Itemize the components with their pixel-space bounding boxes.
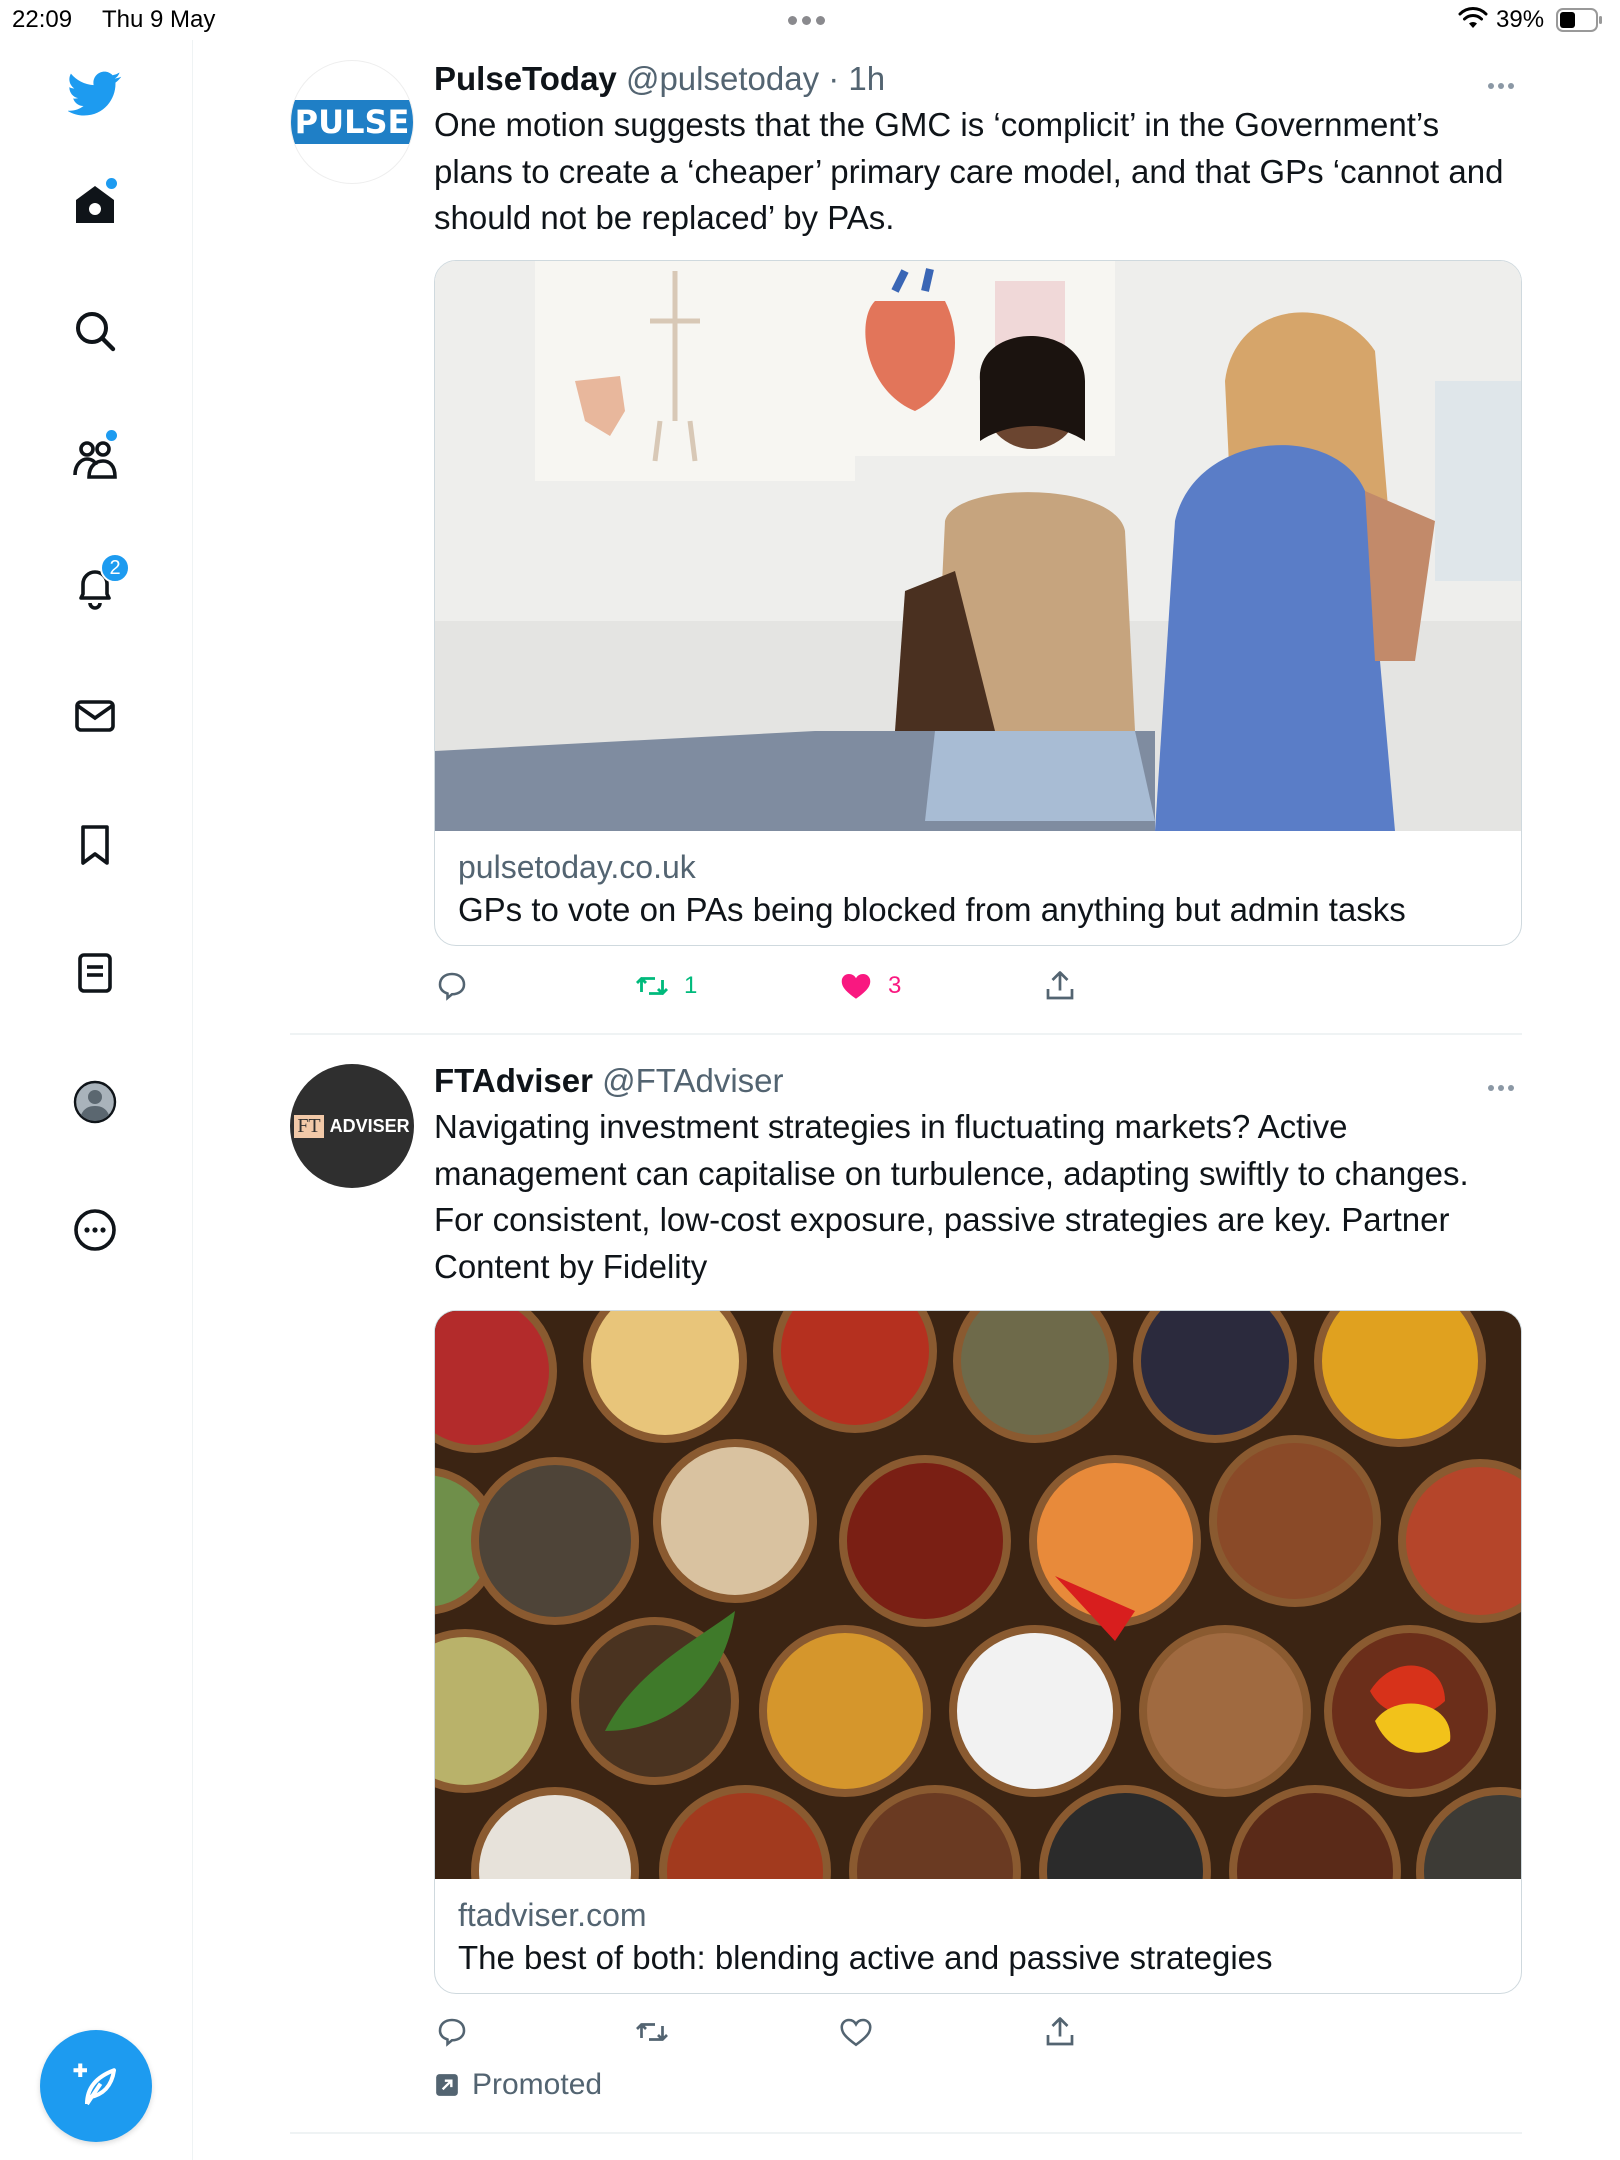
compose-tweet-button[interactable] bbox=[40, 2030, 152, 2142]
card-title: GPs to vote on PAs being blocked from an… bbox=[458, 891, 1406, 928]
handle[interactable]: @pulsetoday bbox=[626, 60, 819, 97]
multitasking-dots-icon[interactable] bbox=[788, 12, 834, 25]
bookmarks-icon[interactable] bbox=[66, 816, 124, 874]
reply-button[interactable] bbox=[434, 966, 470, 1006]
card-title: The best of both: blending active and pa… bbox=[458, 1939, 1273, 1976]
tweet-actions bbox=[434, 2012, 1434, 2052]
tweet[interactable]: PULSE PulseToday @pulsetoday · 1h One mo… bbox=[290, 60, 1522, 1020]
tweet-text: Navigating investment strategies in fluc… bbox=[434, 1108, 1469, 1285]
share-button[interactable] bbox=[1042, 966, 1078, 1006]
sidebar-nav: 2 bbox=[0, 40, 193, 2160]
communities-unread-dot bbox=[106, 430, 117, 441]
avatar-text: ADVISER bbox=[329, 1115, 410, 1136]
lists-icon[interactable] bbox=[66, 944, 124, 1002]
card-domain: ftadviser.com bbox=[458, 1897, 647, 1933]
card-image bbox=[435, 1311, 1521, 1879]
tweet-text: One motion suggests that the GMC is ‘com… bbox=[434, 106, 1504, 236]
twitter-logo-icon[interactable] bbox=[66, 64, 124, 122]
reply-icon bbox=[438, 2018, 466, 2047]
tweet-header: PulseToday @pulsetoday · 1h bbox=[434, 60, 885, 98]
share-button[interactable] bbox=[1042, 2012, 1078, 2052]
timestamp[interactable]: · 1h bbox=[828, 60, 885, 97]
notifications-icon[interactable]: 2 bbox=[66, 553, 130, 617]
wifi-icon bbox=[1458, 7, 1488, 28]
retweet-count: 1 bbox=[684, 972, 698, 999]
reply-button[interactable] bbox=[434, 2012, 470, 2052]
share-icon bbox=[1046, 971, 1074, 1000]
tweet-divider bbox=[290, 1033, 1522, 1035]
profile-icon[interactable] bbox=[66, 1073, 124, 1131]
display-name[interactable]: FTAdviser bbox=[434, 1062, 593, 1099]
avatar[interactable]: PULSE bbox=[290, 60, 414, 184]
tweet-header: FTAdviser @FTAdviser bbox=[434, 1062, 784, 1100]
retweet-button[interactable] bbox=[634, 2012, 670, 2052]
tweet-actions: 1 3 bbox=[434, 966, 1434, 1006]
spice-bowls-photo bbox=[435, 1311, 1521, 1879]
like-count: 3 bbox=[888, 972, 902, 999]
home-icon[interactable] bbox=[66, 176, 124, 234]
communities-icon[interactable] bbox=[66, 430, 124, 488]
share-icon bbox=[1046, 2017, 1074, 2046]
link-card[interactable]: pulsetoday.co.uk GPs to vote on PAs bein… bbox=[434, 260, 1522, 946]
more-icon[interactable] bbox=[66, 1201, 124, 1259]
promoted-icon bbox=[436, 2074, 458, 2096]
card-image bbox=[435, 261, 1521, 831]
doctor-patient-photo bbox=[435, 261, 1521, 831]
card-domain: pulsetoday.co.uk bbox=[458, 849, 696, 885]
status-bar: 22:09 Thu 9 May 39% bbox=[0, 0, 1620, 40]
search-icon[interactable] bbox=[66, 302, 124, 360]
heart-filled-icon bbox=[841, 974, 871, 999]
display-name[interactable]: PulseToday bbox=[434, 60, 617, 97]
notifications-badge: 2 bbox=[100, 553, 130, 583]
promoted-text: Promoted bbox=[472, 2068, 603, 2101]
handle[interactable]: @FTAdviser bbox=[602, 1062, 783, 1099]
status-time: 22:09 bbox=[12, 6, 73, 33]
tweet[interactable]: FT ADVISER FTAdviser @FTAdviser Navigati… bbox=[290, 1062, 1522, 2122]
retweet-icon bbox=[636, 2023, 668, 2041]
status-date: Thu 9 May bbox=[102, 6, 216, 33]
reply-icon bbox=[438, 972, 466, 1001]
avatar[interactable]: FT ADVISER bbox=[290, 1064, 414, 1188]
like-button[interactable] bbox=[838, 2012, 874, 2052]
more-options-icon[interactable] bbox=[1488, 76, 1522, 89]
battery-icon bbox=[1556, 8, 1602, 32]
retweet-icon bbox=[635, 977, 669, 995]
heart-outline-icon bbox=[840, 2018, 872, 2047]
messages-icon[interactable] bbox=[66, 687, 124, 745]
link-card[interactable]: ftadviser.com The best of both: blending… bbox=[434, 1310, 1522, 1994]
like-button[interactable]: 3 bbox=[838, 966, 901, 1006]
avatar-text: PULSE bbox=[291, 100, 413, 144]
tweet-divider bbox=[290, 2132, 1522, 2134]
retweet-button[interactable]: 1 bbox=[634, 966, 697, 1006]
promoted-label: Promoted bbox=[434, 2068, 602, 2102]
home-unread-dot bbox=[106, 178, 117, 189]
battery-percent: 39% bbox=[1496, 6, 1545, 33]
avatar-ft-text: FT bbox=[294, 1114, 324, 1138]
more-options-icon[interactable] bbox=[1488, 1078, 1522, 1091]
compose-tweet-icon bbox=[73, 2063, 117, 2106]
